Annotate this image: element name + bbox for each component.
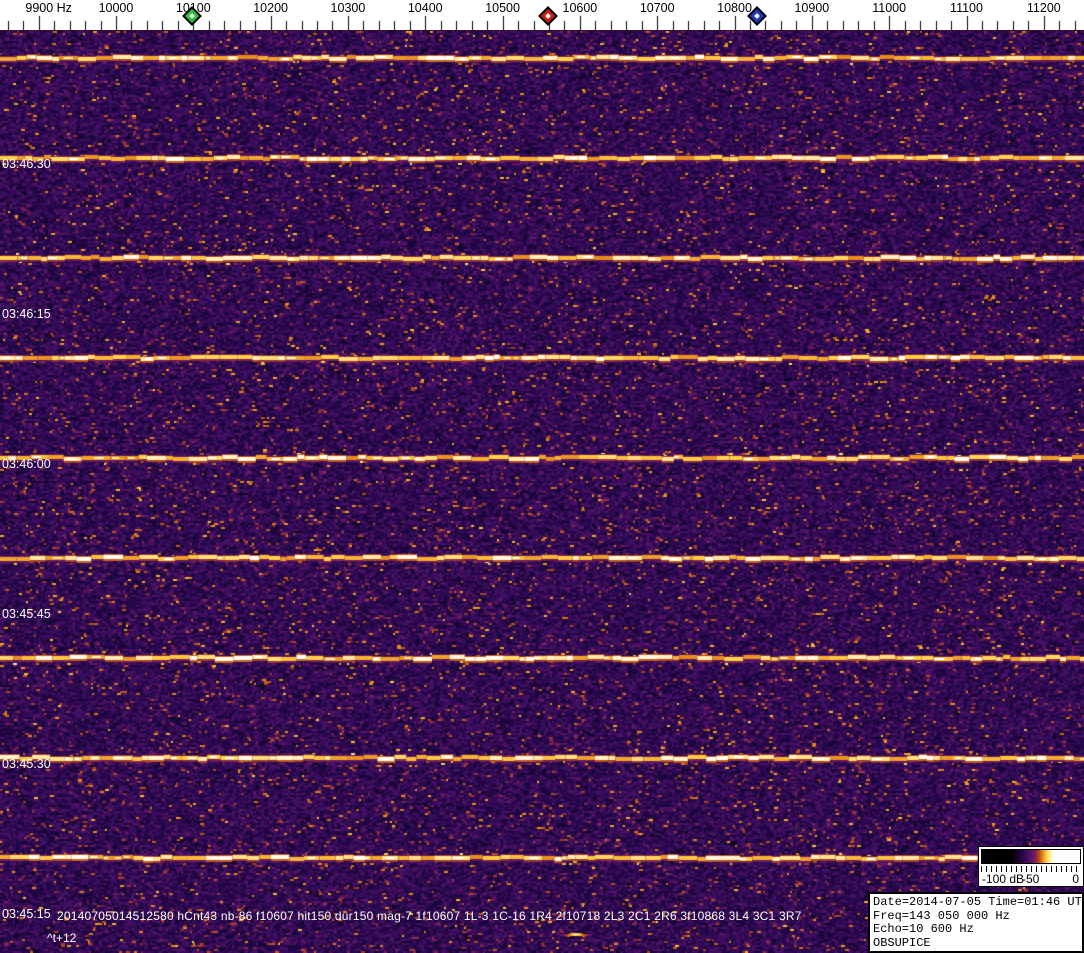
freq-tick-label-10400: 10400 [407,1,443,15]
marker-red-center-dot [545,13,551,19]
legend-gradient-bar [981,849,1081,864]
info-station-line: OBSUPICE [873,935,931,950]
spectrogram-app-screen: 9900 Hz100001010010200103001040010500106… [0,0,1084,953]
freq-tick-label-10900: 10900 [794,1,830,15]
db-color-legend: -100 dB -50 0 [978,846,1084,887]
time-label-034545: 03:45:45 [2,607,51,621]
time-label-034530: 03:45:30 [2,757,51,771]
freq-tick-label-10200: 10200 [253,1,288,15]
legend-label-mid: -50 [1022,872,1040,886]
info-echo-line: Echo=10 600 Hz [873,922,974,936]
info-freq-line: Freq=143 050 000 Hz [873,908,1010,923]
freq-tick-label-11000: 11000 [872,1,907,15]
observation-info-box: Date=2014-07-05 Time=01:46 UTC Freq=143 … [868,892,1084,953]
detection-record-text: 20140705014512580 hCnt43 nb-86 f10607 hi… [57,909,802,923]
marker-green-center-dot [189,13,196,19]
time-label-034515: 03:45:15 [2,907,51,921]
freq-tick-label-10300: 10300 [330,1,366,15]
legend-label-min: -100 dB [982,872,1025,886]
marker-blue-center-dot [753,13,760,19]
freq-tick-label-10000: 10000 [98,1,134,15]
info-date-line: Date=2014-07-05 Time=01:46 UTC [873,895,1084,909]
freq-tick-label-11200: 11200 [1026,1,1061,15]
time-label-034615: 03:46:15 [2,307,51,321]
freq-tick-label-10700: 10700 [639,1,675,15]
trigger-footnote-text: ^t+12 [47,931,77,945]
freq-tick-label-10500: 10500 [485,1,520,15]
spectrogram-waterfall[interactable] [0,31,1084,953]
legend-label-max: 0 [1072,872,1079,886]
time-label-034630: 03:46:30 [2,157,51,171]
freq-tick-label-11100: 11100 [950,1,983,15]
time-label-034600: 03:46:00 [2,457,51,471]
frequency-ruler: 9900 Hz100001010010200103001040010500106… [0,0,1084,31]
